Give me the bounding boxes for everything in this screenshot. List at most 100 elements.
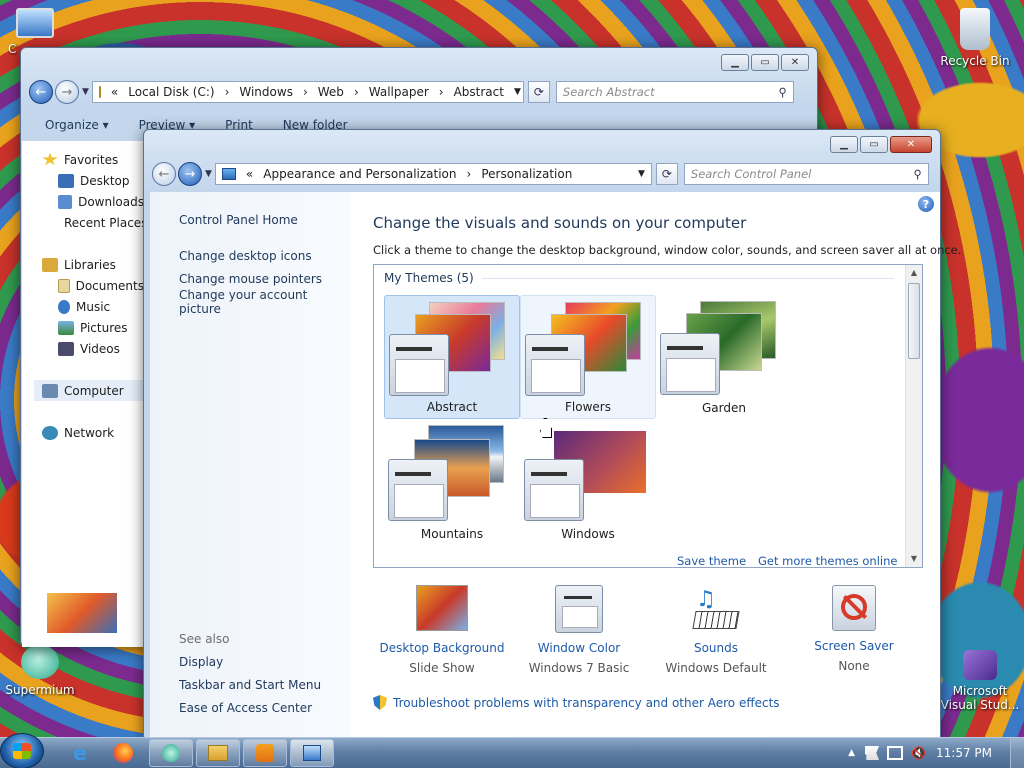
- help-icon[interactable]: ?: [918, 196, 934, 212]
- change-desktop-icons-link[interactable]: Change desktop icons: [179, 244, 350, 267]
- back-button[interactable]: ←: [152, 162, 176, 186]
- maximize-button[interactable]: ▭: [751, 54, 779, 71]
- breadcrumb-web[interactable]: Web: [318, 85, 344, 99]
- taskbar-control-panel[interactable]: [290, 739, 334, 767]
- minimize-button[interactable]: ▁: [721, 54, 749, 71]
- theme-mountains[interactable]: Mountains: [384, 421, 520, 545]
- cp-search-input[interactable]: Search Control Panel ⚲: [683, 163, 929, 185]
- visual-studio-icon: [963, 650, 997, 680]
- taskbar-explorer[interactable]: [196, 739, 240, 767]
- theme-flowers[interactable]: Flowers: [520, 295, 656, 419]
- theme-abstract[interactable]: Abstract: [384, 295, 520, 419]
- explorer-search-input[interactable]: Search Abstract ⚲: [555, 81, 794, 103]
- taskbar-firefox[interactable]: [103, 739, 143, 767]
- breadcrumb-personalization[interactable]: Personalization: [481, 167, 572, 181]
- breadcrumb-overflow[interactable]: «: [111, 85, 118, 99]
- ease-of-access-link[interactable]: Ease of Access Center: [179, 696, 321, 719]
- theme-name: Flowers: [565, 400, 611, 414]
- breadcrumb-local-disk[interactable]: Local Disk (C:): [128, 85, 214, 99]
- address-dropdown-icon[interactable]: ▼: [514, 87, 521, 97]
- troubleshoot-aero-link[interactable]: Troubleshoot problems with transparency …: [373, 695, 780, 710]
- sidebar-computer[interactable]: Computer: [34, 380, 144, 401]
- clock[interactable]: 11:57 PM: [936, 746, 992, 760]
- desktop-icon-visual-studio[interactable]: Microsoft Visual Stud...: [935, 650, 1024, 712]
- search-placeholder: Search Abstract: [562, 85, 655, 99]
- address-dropdown-icon[interactable]: ▼: [638, 169, 645, 179]
- close-button[interactable]: ✕: [890, 136, 932, 153]
- breadcrumb-wallpaper[interactable]: Wallpaper: [369, 85, 429, 99]
- forward-button[interactable]: →: [55, 80, 79, 104]
- sidebar-pictures[interactable]: Pictures: [42, 317, 144, 338]
- save-theme-link[interactable]: Save theme: [677, 554, 746, 567]
- explorer-nav: ← → ▼ « Local Disk (C:) › Windows › Web › W…: [29, 80, 794, 104]
- theme-name: Mountains: [420, 527, 484, 541]
- start-button[interactable]: [0, 733, 44, 768]
- control-panel-home-link[interactable]: Control Panel Home: [179, 208, 350, 231]
- sidebar-favorites[interactable]: Favorites: [42, 149, 144, 170]
- desktop-icon-recycle-bin[interactable]: Recycle Bin: [935, 8, 1015, 68]
- refresh-button[interactable]: ⟳: [527, 81, 550, 103]
- maximize-button[interactable]: ▭: [860, 136, 888, 153]
- minimize-button[interactable]: ▁: [830, 136, 858, 153]
- sidebar-libraries[interactable]: Libraries: [42, 254, 144, 275]
- explorer-address-bar[interactable]: « Local Disk (C:) › Windows › Web › Wallpap…: [91, 81, 524, 103]
- get-more-themes-link[interactable]: Get more themes online: [758, 554, 897, 567]
- sidebar-network[interactable]: Network: [42, 422, 144, 443]
- taskbar-start-menu-link[interactable]: Taskbar and Start Menu: [179, 673, 321, 696]
- window-color-preview: [525, 334, 585, 396]
- scroll-down-arrow[interactable]: ▼: [906, 551, 922, 567]
- theme-name: Garden: [702, 401, 746, 415]
- close-button[interactable]: ✕: [781, 54, 809, 71]
- organize-menu[interactable]: Organize ▾: [45, 118, 109, 132]
- control-panel-icon: [221, 168, 236, 180]
- window-color-preview: [389, 334, 449, 396]
- breadcrumb-appearance[interactable]: Appearance and Personalization: [263, 167, 456, 181]
- back-button[interactable]: ←: [29, 80, 53, 104]
- documents-icon: [58, 278, 70, 293]
- sidebar-music[interactable]: Music: [42, 296, 144, 317]
- theme-list-scrollbar[interactable]: ▲ ▼: [905, 265, 922, 567]
- taskbar-supermium[interactable]: [149, 739, 193, 767]
- theme-garden[interactable]: Garden: [656, 295, 792, 419]
- recent-pages-dropdown[interactable]: ▼: [205, 169, 212, 179]
- recent-pages-dropdown[interactable]: ▼: [82, 87, 89, 97]
- network-tray-icon[interactable]: [887, 746, 904, 760]
- theme-list[interactable]: My Themes (5) Abstract Flowers Garden Mo…: [373, 264, 923, 568]
- sidebar-downloads[interactable]: Downloads: [42, 191, 144, 212]
- show-hidden-icons-button[interactable]: ▲: [848, 748, 855, 758]
- sidebar-documents[interactable]: Documents: [42, 275, 144, 296]
- forward-button[interactable]: →: [178, 162, 202, 186]
- star-icon: [42, 152, 58, 166]
- computer-icon: [16, 8, 54, 38]
- window-color-preview: [524, 459, 584, 521]
- refresh-button[interactable]: ⟳: [655, 163, 678, 185]
- desktop-icon-supermium[interactable]: Supermium: [0, 645, 80, 697]
- breadcrumb-windows[interactable]: Windows: [239, 85, 293, 99]
- see-also-section: See also Display Taskbar and Start Menu …: [179, 627, 321, 719]
- search-icon: ⚲: [778, 85, 787, 99]
- display-link[interactable]: Display: [179, 650, 321, 673]
- sidebar-desktop[interactable]: Desktop: [42, 170, 144, 191]
- show-desktop-button[interactable]: [1010, 737, 1024, 768]
- window-color-preview: [388, 459, 448, 521]
- volume-muted-icon[interactable]: 🔇: [911, 746, 926, 760]
- screen-saver-item[interactable]: Screen Saver None: [784, 585, 924, 673]
- action-center-flag-icon[interactable]: [865, 746, 880, 760]
- desktop-icon-label: Supermium: [5, 683, 75, 697]
- breadcrumb-overflow[interactable]: «: [246, 167, 253, 181]
- window-color-icon: [555, 585, 603, 633]
- sidebar-recent-places[interactable]: Recent Places: [42, 212, 144, 233]
- scroll-up-arrow[interactable]: ▲: [906, 265, 922, 281]
- cp-address-bar[interactable]: « Appearance and Personalization › Person…: [214, 163, 652, 185]
- firefox-icon: [113, 743, 133, 763]
- change-account-picture-link[interactable]: Change your account picture: [179, 288, 350, 316]
- taskbar-media-player[interactable]: [243, 739, 287, 767]
- sounds-item[interactable]: ♫ Sounds Windows Default: [646, 585, 786, 675]
- breadcrumb-abstract[interactable]: Abstract: [454, 85, 504, 99]
- window-color-item[interactable]: Window Color Windows 7 Basic: [509, 585, 649, 675]
- sidebar-videos[interactable]: Videos: [42, 338, 144, 359]
- theme-windows[interactable]: Windows: [520, 421, 656, 545]
- desktop-background-item[interactable]: Desktop Background Slide Show: [372, 585, 512, 675]
- taskbar-internet-explorer[interactable]: e: [60, 739, 100, 767]
- scroll-thumb[interactable]: [908, 283, 920, 359]
